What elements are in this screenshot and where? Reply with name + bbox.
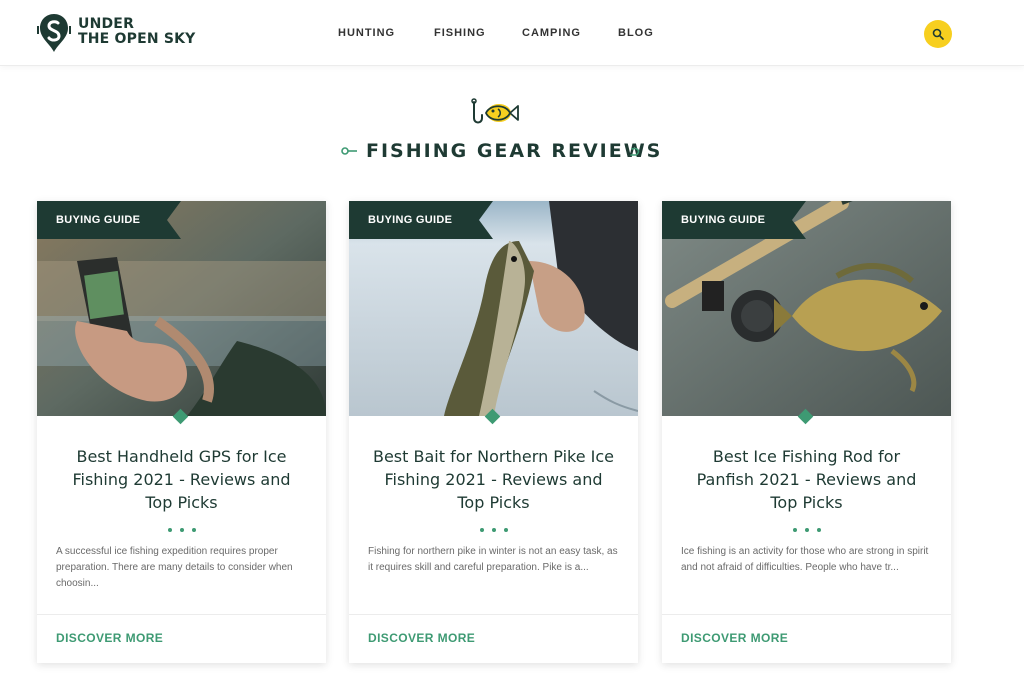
- discover-more-link[interactable]: DISCOVER MORE: [56, 631, 163, 645]
- card-divider: [37, 614, 326, 615]
- card-excerpt: Fishing for northern pike in winter is n…: [368, 546, 618, 573]
- card-divider: [662, 614, 951, 615]
- category-badge[interactable]: BUYING GUIDE: [37, 201, 181, 239]
- brand-line-1: UNDER: [78, 16, 135, 32]
- section-title: FISHING GEAR REVIEWS: [366, 140, 663, 162]
- fish-hook-icon: [471, 98, 519, 124]
- discover-more-link[interactable]: DISCOVER MORE: [681, 631, 788, 645]
- search-button[interactable]: [924, 20, 952, 48]
- card-excerpt: Ice fishing is an activity for those who…: [681, 546, 929, 573]
- discover-more-link[interactable]: DISCOVER MORE: [368, 631, 475, 645]
- nav-label: HUNTING: [338, 27, 396, 39]
- dots-separator: [662, 519, 951, 532]
- brand-name: UNDER THE OPEN SKY: [78, 16, 196, 47]
- nav-item-hunting[interactable]: HUNTING: [338, 27, 395, 39]
- article-card[interactable]: BUYING GUIDE Best Bait for Northern Pike…: [349, 201, 638, 663]
- card-divider: [349, 614, 638, 615]
- article-card[interactable]: BUYING GUIDE Best Ice Fishing Rod for Pa…: [662, 201, 951, 663]
- nav-label: BLOG: [618, 27, 654, 39]
- site-logo[interactable]: UNDER THE OPEN SKY: [36, 12, 196, 54]
- logo-mark-icon: [37, 14, 71, 52]
- dots-separator: [37, 519, 326, 532]
- card-title[interactable]: Best Bait for Northern Pike Ice Fishing …: [369, 445, 618, 514]
- card-title[interactable]: Best Handheld GPS for Ice Fishing 2021 -…: [57, 445, 306, 514]
- site-header: UNDER THE OPEN SKY HUNTING FISHING CAMPI…: [0, 0, 1024, 66]
- search-icon: [932, 28, 944, 40]
- title-hook-right-icon: [630, 147, 640, 156]
- nav-label: CAMPING: [522, 27, 581, 39]
- nav-item-blog[interactable]: BLOG: [618, 27, 654, 39]
- nav-item-camping[interactable]: CAMPING: [522, 27, 581, 39]
- category-badge[interactable]: BUYING GUIDE: [662, 201, 806, 239]
- card-excerpt: A successful ice fishing expedition requ…: [56, 546, 293, 589]
- title-hook-left-icon: [341, 147, 357, 155]
- category-badge[interactable]: BUYING GUIDE: [349, 201, 493, 239]
- article-card[interactable]: BUYING GUIDE Best Handheld GPS for Ice F…: [37, 201, 326, 663]
- nav-label: FISHING: [434, 27, 486, 39]
- card-title[interactable]: Best Ice Fishing Rod for Panfish 2021 - …: [682, 445, 931, 514]
- dots-separator: [349, 519, 638, 532]
- nav-item-fishing[interactable]: FISHING: [434, 19, 486, 45]
- brand-line-2: THE OPEN SKY: [78, 31, 196, 47]
